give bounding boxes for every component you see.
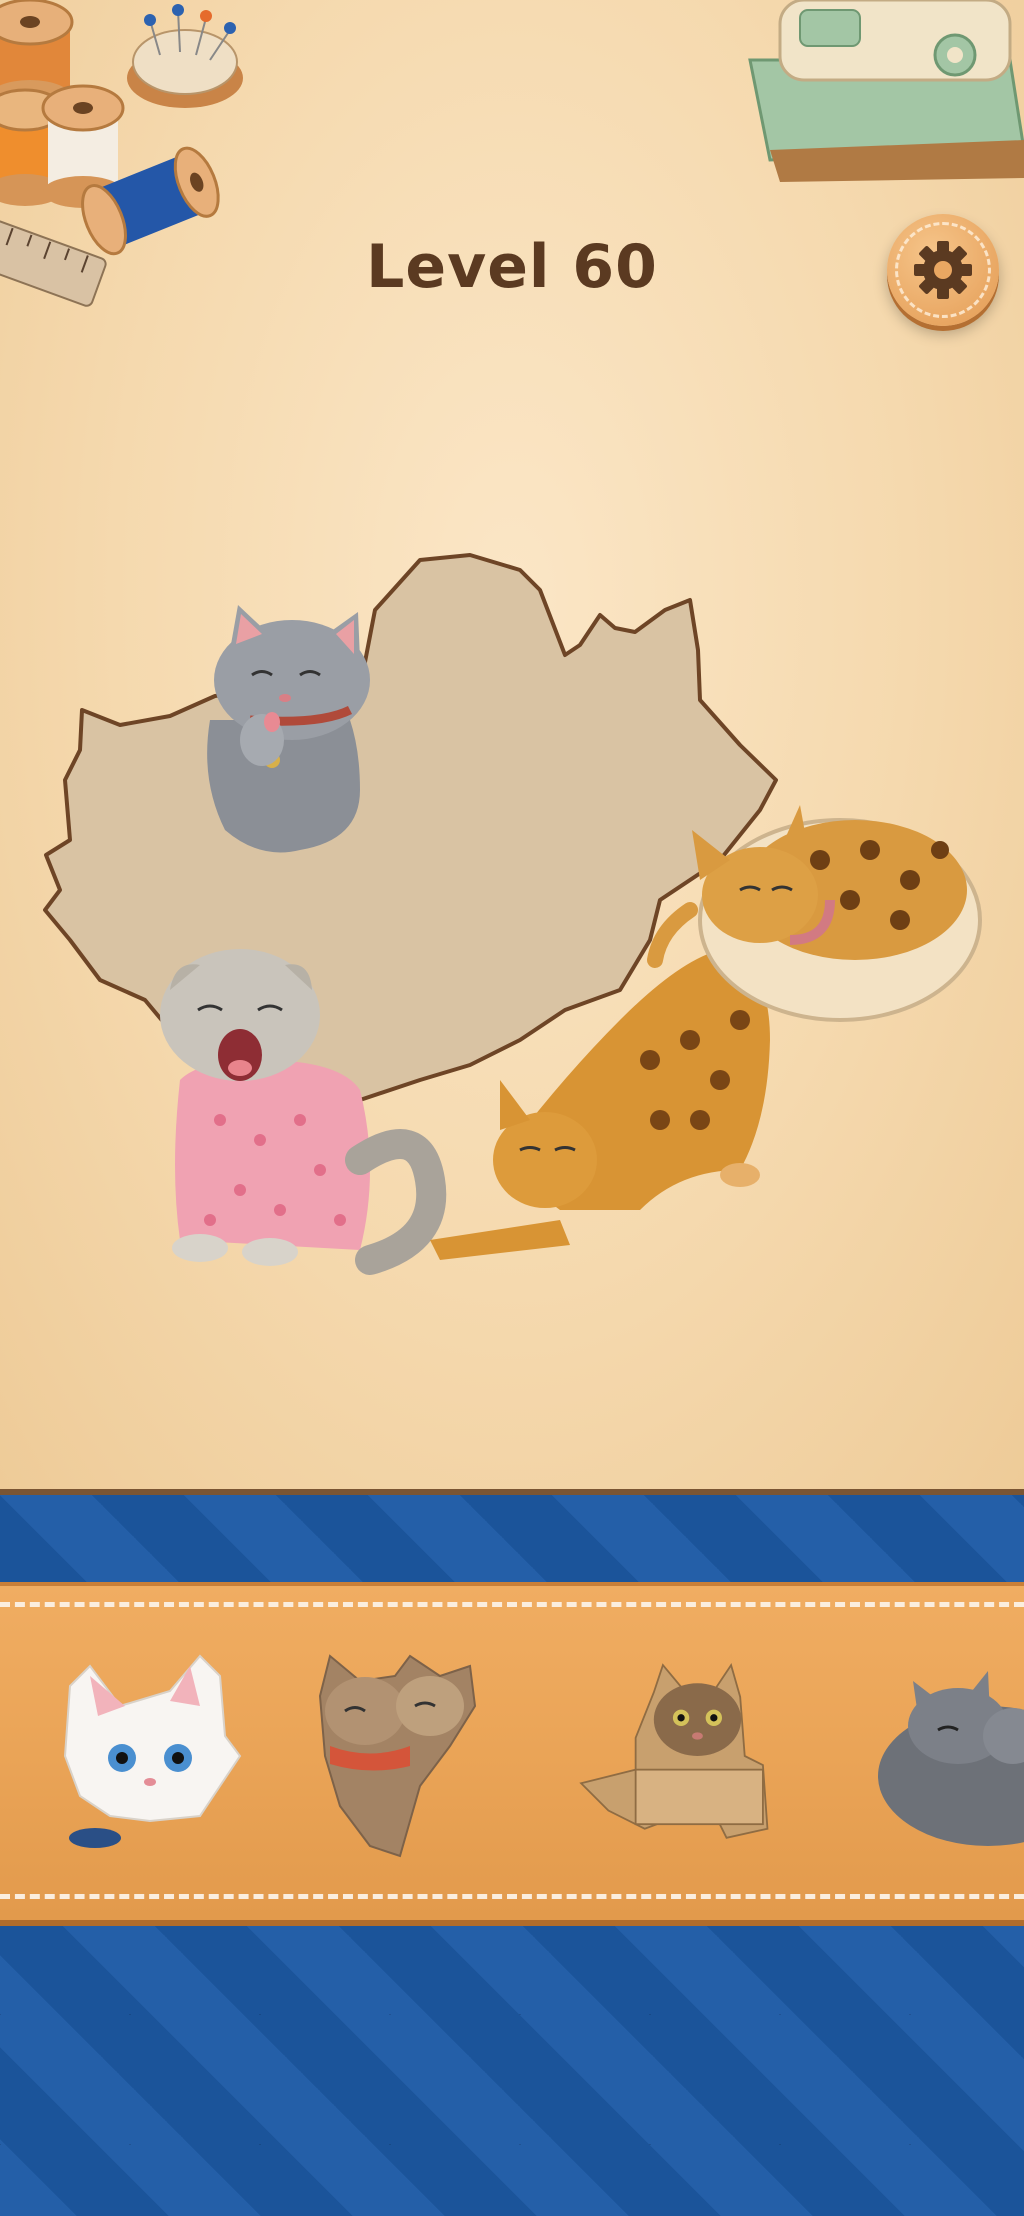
top-stitching [0,1602,1024,1607]
button-stitching [895,222,991,318]
white-cat-piece[interactable] [50,1646,250,1866]
puzzle-area [43,553,982,1275]
puzzle-board: Level 60 [0,0,1024,1495]
two-tabby-cats-hugging-piece[interactable] [300,1646,500,1866]
tabby-cat-in-box-piece[interactable] [572,1646,772,1866]
level-title: Level 60 [366,232,658,302]
gray-cat-licking-paw[interactable] [207,605,370,853]
settings-button[interactable] [887,214,999,326]
gray-cats-sleeping-piece[interactable] [878,1646,1024,1866]
piece-tray[interactable] [0,1582,1024,1926]
bottom-stitching [0,1894,1024,1899]
sewing-machine-icon [748,0,1024,182]
